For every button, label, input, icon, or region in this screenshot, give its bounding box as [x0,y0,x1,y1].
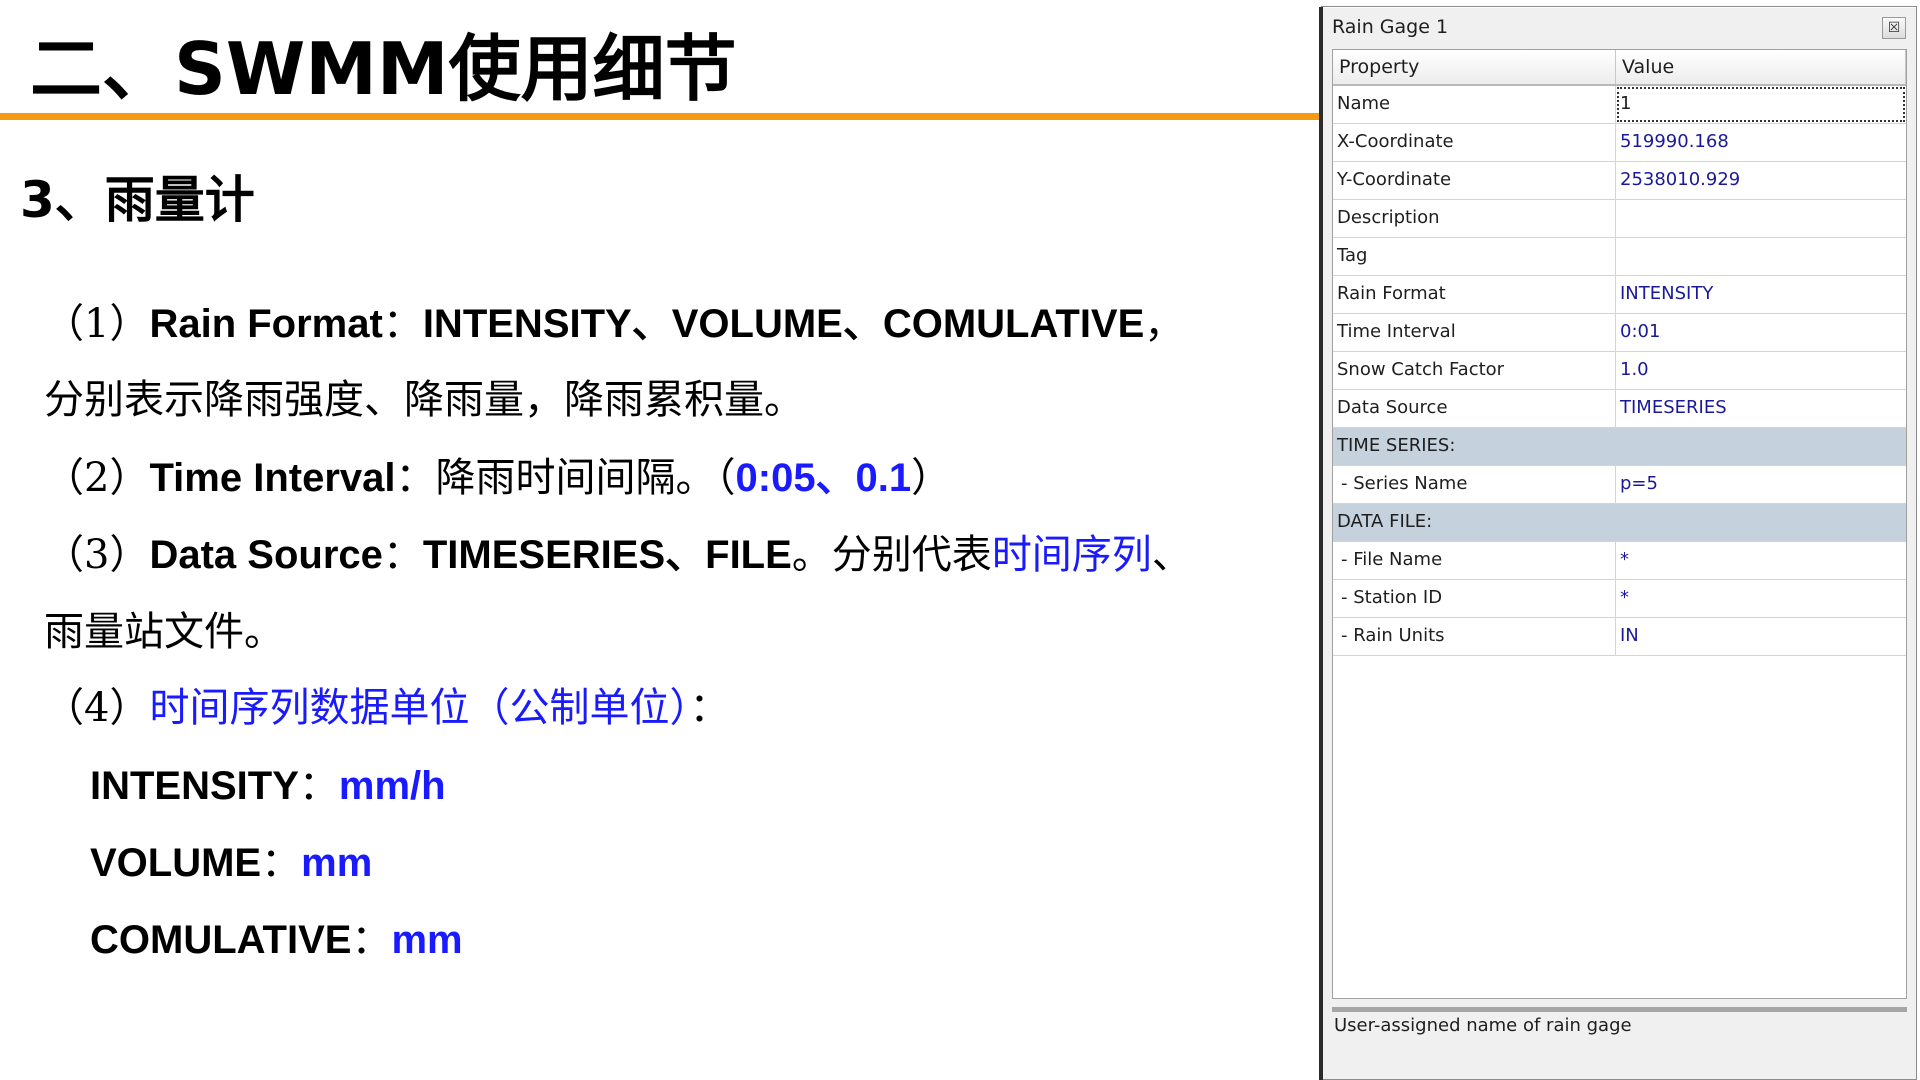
unit-comulative: COMULATIVE：mm [90,912,463,968]
property-name: Description [1333,200,1616,237]
grid-row-data-source[interactable]: Data Source TIMESERIES [1333,390,1906,428]
grid-row-rain-units[interactable]: - Rain Units IN [1333,618,1906,656]
property-column-header[interactable]: Property [1333,50,1616,84]
unit-name: VOLUME [90,841,262,885]
property-name: Name [1333,86,1616,123]
enum-comma: 、 [1151,532,1192,578]
value-cell[interactable]: 519990.168 [1616,124,1906,161]
value-cell[interactable]: IN [1616,618,1906,655]
property-name: Y-Coordinate [1333,162,1616,199]
colon: ： [382,532,423,578]
value-cell[interactable]: 1.0 [1616,352,1906,389]
value-cell[interactable]: 2538010.929 [1616,162,1906,199]
title-underline [0,113,1320,120]
time-interval-line: （2）Time Interval：降雨时间间隔。（0:05、0.1） [44,450,951,506]
data-source-continuation: 雨量站文件。 [44,609,284,655]
value-cell[interactable]: 1 [1616,86,1906,123]
colon: ： [351,917,392,963]
rain-format-values: INTENSITY、VOLUME、COMULATIVE [422,302,1145,346]
unit-name: COMULATIVE [90,918,352,962]
time-series-highlight: 时间序列 [991,532,1152,578]
property-grid: Property Value Name 1 X-Coordinate 51999… [1332,49,1907,999]
item-number: （3） [44,532,150,578]
value-column-header[interactable]: Value [1616,50,1906,84]
grid-row-time-interval[interactable]: Time Interval 0:01 [1333,314,1906,352]
item-number: （4） [44,685,150,731]
rain-gage-property-editor: Rain Gage 1 ☒ Property Value Name 1 X-Co… [1319,6,1917,1080]
unit-value: mm [391,918,463,962]
unit-value: mm [301,841,373,885]
rain-format-line: （1）Rain Format：INTENSITY、VOLUME、COMULATI… [44,296,1184,352]
close-paren: ） [911,455,952,501]
property-description: User-assigned name of rain gage [1334,1015,1632,1036]
value-cell[interactable]: * [1616,542,1906,579]
unit-name: INTENSITY [90,764,299,808]
comma: ， [1144,301,1185,347]
property-name: Time Interval [1333,314,1616,351]
slide-title: 二、SWMM使用细节 [30,27,737,111]
property-name: Rain Format [1333,276,1616,313]
colon: ： [261,840,302,886]
value-cell[interactable]: * [1616,580,1906,617]
close-button[interactable]: ☒ [1882,17,1906,39]
value-cell[interactable] [1616,238,1906,275]
units-heading: 时间序列数据单位（公制单位） [149,685,690,731]
time-interval-values: 0:05、0.1 [735,456,912,500]
grid-row-y-coordinate[interactable]: Y-Coordinate 2538010.929 [1333,162,1906,200]
data-source-label: Data Source [149,533,383,577]
value-cell[interactable] [1616,200,1906,237]
value-cell[interactable]: TIMESERIES [1616,390,1906,427]
grid-row-name[interactable]: Name 1 [1333,86,1906,124]
panel-titlebar[interactable]: Rain Gage 1 [1322,7,1916,47]
unit-intensity: INTENSITY：mm/h [90,758,446,814]
panel-title: Rain Gage 1 [1332,16,1449,38]
colon: ： [395,455,436,501]
grid-row-x-coordinate[interactable]: X-Coordinate 519990.168 [1333,124,1906,162]
grid-row-station-id[interactable]: - Station ID * [1333,580,1906,618]
property-name: Data Source [1333,390,1616,427]
value-cell[interactable]: INTENSITY [1616,276,1906,313]
section-label: DATA FILE: [1337,511,1433,532]
item-number: （1） [44,301,150,347]
grid-header: Property Value [1333,50,1906,86]
colon: ： [689,685,730,731]
unit-volume: VOLUME：mm [90,835,372,891]
property-name: - Rain Units [1333,618,1616,655]
property-name: - Series Name [1333,466,1616,503]
data-source-text: 。分别代表 [791,532,992,578]
rain-format-label: Rain Format [149,302,383,346]
grid-row-rain-format[interactable]: Rain Format INTENSITY [1333,276,1906,314]
panel-shadow-edge [1319,7,1323,1080]
close-icon: ☒ [1887,20,1901,36]
grid-row-series-name[interactable]: - Series Name p=5 [1333,466,1906,504]
grid-row-file-name[interactable]: - File Name * [1333,542,1906,580]
section-value [1616,428,1906,465]
item-number: （2） [44,455,150,501]
grid-row-tag[interactable]: Tag [1333,238,1906,276]
time-interval-label: Time Interval [149,456,396,500]
section-label: TIME SERIES: [1337,435,1456,456]
property-name: Tag [1333,238,1616,275]
time-interval-text: 降雨时间间隔。（ [435,455,736,501]
property-name: - File Name [1333,542,1616,579]
property-name: Snow Catch Factor [1333,352,1616,389]
rain-format-explanation: 分别表示降雨强度、降雨量，降雨累积量。 [44,377,804,423]
data-source-line: （3）Data Source：TIMESERIES、FILE。分别代表时间序列、 [44,527,1192,583]
data-source-values: TIMESERIES、FILE [422,533,792,577]
property-name: - Station ID [1333,580,1616,617]
property-name: X-Coordinate [1333,124,1616,161]
units-line: （4）时间序列数据单位（公制单位）： [44,680,729,736]
grid-row-snow-catch-factor[interactable]: Snow Catch Factor 1.0 [1333,352,1906,390]
unit-value: mm/h [338,764,446,808]
section-value [1616,504,1906,541]
description-splitter[interactable] [1332,1007,1907,1012]
value-cell[interactable]: 0:01 [1616,314,1906,351]
colon: ： [382,301,423,347]
value-cell[interactable]: p=5 [1616,466,1906,503]
grid-row-description[interactable]: Description [1333,200,1906,238]
grid-section-time-series: TIME SERIES: [1333,428,1906,466]
colon: ： [298,763,339,809]
section-heading: 3、雨量计 [20,171,255,229]
grid-section-data-file: DATA FILE: [1333,504,1906,542]
